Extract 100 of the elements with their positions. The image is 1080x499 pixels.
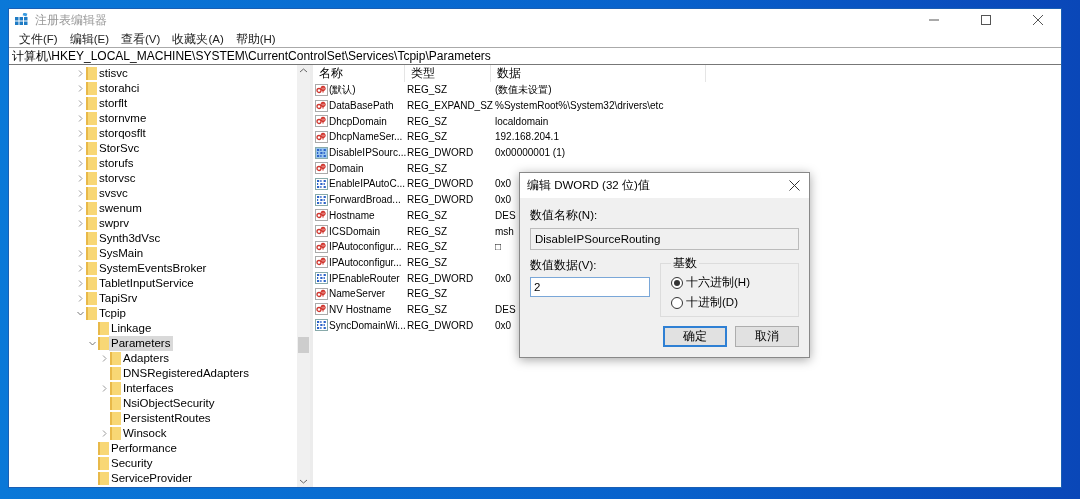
- tree-item[interactable]: svsvc: [97, 186, 131, 201]
- value-name[interactable]: DhcpNameSer...: [329, 131, 403, 143]
- folder-icon: [98, 322, 109, 335]
- scrollbar-thumb[interactable]: [298, 337, 309, 353]
- chevron-down-icon[interactable]: [77, 310, 84, 317]
- tree-item[interactable]: ServiceProvider: [109, 471, 196, 486]
- radio-icon[interactable]: [671, 276, 683, 289]
- value-name[interactable]: DhcpDomain: [329, 115, 387, 127]
- tree-item[interactable]: TabletInputService: [97, 276, 197, 291]
- tree-item[interactable]: Winsock: [121, 426, 170, 441]
- tree-item[interactable]: stisvc: [97, 66, 131, 81]
- tree-item[interactable]: Tcpip: [97, 306, 129, 321]
- tree-item[interactable]: Performance: [109, 441, 180, 456]
- value-name[interactable]: (默认): [329, 82, 356, 97]
- chevron-right-icon[interactable]: [77, 70, 84, 77]
- tree-item[interactable]: Adapters: [121, 351, 173, 366]
- chevron-right-icon[interactable]: [77, 280, 84, 287]
- chevron-right-icon[interactable]: [101, 385, 108, 392]
- value-type: REG_DWORD: [406, 147, 475, 159]
- chevron-right-icon[interactable]: [77, 205, 84, 212]
- value-name[interactable]: ForwardBroad...: [329, 194, 401, 206]
- value-name-field[interactable]: DisableIPSourceRouting: [530, 228, 799, 250]
- tree-item[interactable]: swprv: [97, 216, 133, 231]
- value-name[interactable]: DataBasePath: [329, 100, 394, 112]
- dialog-button[interactable]: 确定: [663, 326, 727, 347]
- chevron-right-icon[interactable]: [77, 265, 84, 272]
- chevron-right-icon[interactable]: [77, 115, 84, 122]
- value-type: REG_EXPAND_SZ: [406, 100, 491, 112]
- value-name[interactable]: ICSDomain: [329, 225, 381, 237]
- value-type: REG_DWORD: [406, 272, 475, 284]
- value-name[interactable]: IPEnableRouter: [329, 272, 400, 284]
- value-type: REG_SZ: [406, 225, 448, 237]
- value-name[interactable]: NV Hostname: [329, 303, 392, 315]
- chevron-right-icon[interactable]: [77, 145, 84, 152]
- tree-item[interactable]: swenum: [97, 201, 145, 216]
- chevron-right-icon[interactable]: [77, 190, 84, 197]
- menu-item[interactable]: 收藏夹(A): [166, 31, 230, 47]
- chevron-right-icon[interactable]: [77, 220, 84, 227]
- tree-item[interactable]: storflt: [97, 96, 131, 111]
- tree-item[interactable]: Linkage: [109, 321, 155, 336]
- chevron-right-icon[interactable]: [77, 130, 84, 137]
- value-data: 0x0: [494, 272, 512, 284]
- chevron-right-icon[interactable]: [101, 430, 108, 437]
- chevron-right-icon[interactable]: [77, 295, 84, 302]
- tree-item[interactable]: StorSvc: [97, 141, 143, 156]
- radio-option[interactable]: 十六进制(H): [671, 275, 788, 290]
- value-name[interactable]: Hostname: [329, 209, 375, 221]
- tree-item[interactable]: storvsc: [97, 171, 139, 186]
- chevron-right-icon[interactable]: [77, 160, 84, 167]
- value-name[interactable]: EnableIPAutoC...: [329, 178, 405, 190]
- column-header[interactable]: 数据: [491, 65, 706, 82]
- folder-icon: [86, 172, 97, 185]
- chevron-right-icon[interactable]: [77, 175, 84, 182]
- tree-item[interactable]: stornvme: [97, 111, 150, 126]
- radio-option[interactable]: 十进制(D): [671, 295, 788, 310]
- tree-item[interactable]: Synth3dVsc: [97, 231, 164, 246]
- value-name[interactable]: IPAutoconfigur...: [329, 241, 402, 253]
- menu-item[interactable]: 编辑(E): [63, 31, 116, 47]
- tree-item[interactable]: storufs: [97, 156, 137, 171]
- value-name[interactable]: SyncDomainWi...: [329, 319, 406, 331]
- chevron-right-icon[interactable]: [77, 100, 84, 107]
- value-data: msh: [494, 225, 514, 237]
- column-header[interactable]: 类型: [405, 65, 491, 82]
- address-bar[interactable]: 计算机\HKEY_LOCAL_MACHINE\SYSTEM\CurrentControlSet\Services\Tcpip\Parameters: [9, 47, 1061, 65]
- menu-item[interactable]: 查看(V): [115, 31, 167, 47]
- value-name[interactable]: Domain: [329, 162, 364, 174]
- value-type: REG_DWORD: [406, 178, 475, 190]
- chevron-right-icon[interactable]: [77, 250, 84, 257]
- folder-icon: [86, 97, 97, 110]
- tree-item[interactable]: Security: [109, 456, 156, 471]
- menu-item[interactable]: 文件(F): [13, 31, 64, 47]
- tree-item[interactable]: PersistentRoutes: [121, 411, 214, 426]
- tree-item[interactable]: SystemEventsBroker: [97, 261, 210, 276]
- tree-item[interactable]: storahci: [97, 81, 143, 96]
- chevron-right-icon[interactable]: [77, 85, 84, 92]
- tree-item[interactable]: TapiSrv: [97, 291, 141, 306]
- tree-item[interactable]: Interfaces: [121, 381, 177, 396]
- value-type: REG_SZ: [406, 241, 448, 253]
- folder-icon: [86, 277, 97, 290]
- tree-item[interactable]: Parameters: [109, 336, 174, 351]
- chevron-down-icon[interactable]: [89, 340, 96, 347]
- radio-icon[interactable]: [671, 296, 683, 309]
- chevron-right-icon[interactable]: [101, 355, 108, 362]
- folder-icon: [86, 82, 97, 95]
- close-icon: [1033, 15, 1043, 25]
- tree-item[interactable]: SysMain: [97, 246, 147, 261]
- value-data-field[interactable]: 2: [530, 277, 650, 297]
- menu-item[interactable]: 帮助(H): [229, 31, 282, 47]
- value-name[interactable]: NameServer: [329, 288, 386, 300]
- tree-item[interactable]: DNSRegisteredAdapters: [121, 366, 252, 381]
- scrollbar[interactable]: [297, 65, 310, 487]
- value-name[interactable]: IPAutoconfigur...: [329, 256, 402, 268]
- tree-item[interactable]: storqosflt: [97, 126, 149, 141]
- column-header[interactable]: 名称: [313, 65, 405, 82]
- folder-icon: [86, 142, 97, 155]
- dialog-button[interactable]: 取消: [735, 326, 799, 347]
- value-data-label: 数值数据(V):: [530, 258, 598, 273]
- folder-icon: [86, 262, 97, 275]
- tree-item[interactable]: NsiObjectSecurity: [121, 396, 218, 411]
- value-name[interactable]: DisableIPSourc...: [329, 147, 407, 159]
